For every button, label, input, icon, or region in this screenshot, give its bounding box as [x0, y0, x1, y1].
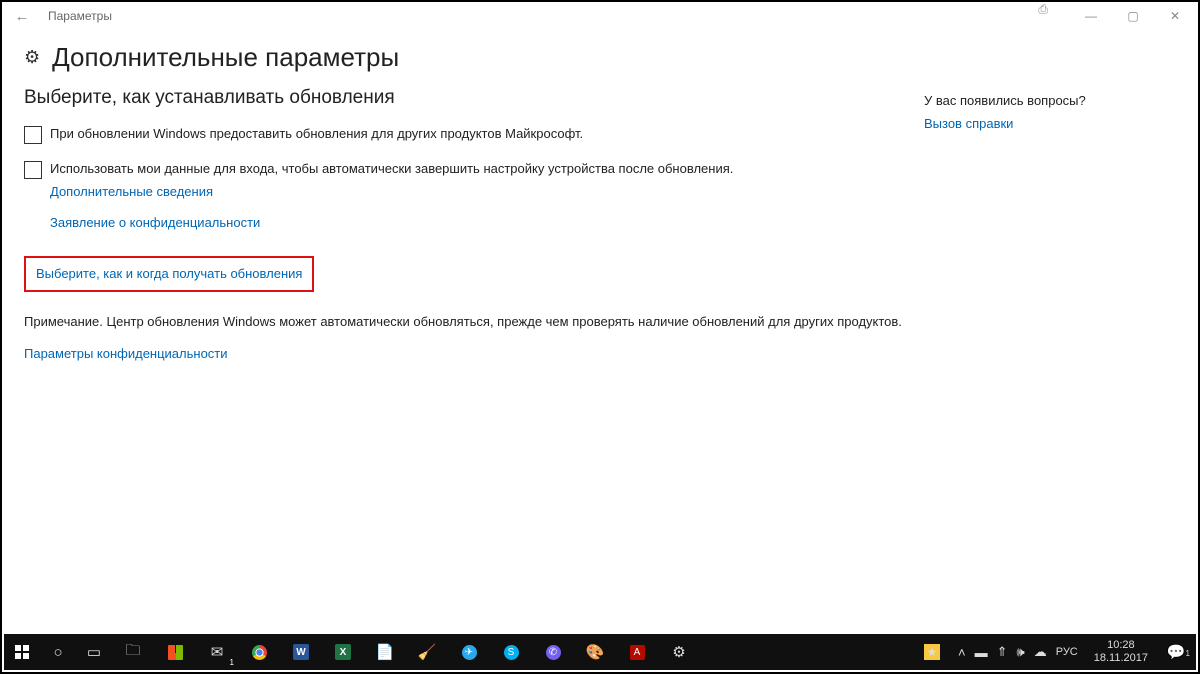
checkbox-other-products[interactable]: [24, 126, 42, 144]
explorer-icon[interactable]: 🗀: [112, 634, 154, 670]
task-view-icon[interactable]: ▭: [76, 634, 112, 670]
clock-time: 10:28: [1094, 639, 1148, 652]
chrome-icon[interactable]: [238, 634, 280, 670]
highlighted-link-box: Выберите, как и когда получать обновлени…: [24, 256, 314, 292]
search-icon[interactable]: ○: [40, 634, 76, 670]
onedrive-icon[interactable]: ☁: [1034, 644, 1047, 660]
acrobat-icon[interactable]: A: [616, 634, 658, 670]
option-label: Использовать мои данные для входа, чтобы…: [50, 160, 733, 178]
system-tray: ˄ ▬ ⇑ 🕪 ☁ РУС: [950, 644, 1086, 660]
option-row-signin-finish: Использовать мои данные для входа, чтобы…: [24, 160, 924, 179]
privacy-statement-link[interactable]: Заявление о конфиденциальности: [50, 215, 924, 230]
skype-icon[interactable]: S: [490, 634, 532, 670]
window-title: Параметры: [48, 9, 112, 23]
page-title: Дополнительные параметры: [52, 42, 399, 73]
clock[interactable]: 10:28 18.11.2017: [1086, 639, 1156, 664]
close-button[interactable]: ✕: [1154, 4, 1196, 28]
excel-icon[interactable]: X: [322, 634, 364, 670]
maximize-button[interactable]: ▢: [1112, 4, 1154, 28]
choose-when-link[interactable]: Выберите, как и когда получать обновлени…: [36, 266, 302, 281]
minimize-button[interactable]: —: [1070, 4, 1112, 28]
more-info-link[interactable]: Дополнительные сведения: [50, 184, 213, 199]
section-heading: Выберите, как устанавливать обновления: [24, 87, 924, 109]
titlebar: ← Параметры: [2, 2, 1198, 30]
language-indicator[interactable]: РУС: [1056, 646, 1078, 658]
tray-chevron-icon[interactable]: ˄: [958, 645, 966, 660]
side-panel: У вас появились вопросы? Вызов справки: [924, 87, 1144, 381]
taskbar: ○ ▭ 🗀 ✉1 W X 📄 🧹 ✈ S ✆ 🎨 A ⚙ ★ ˄ ▬ ⇑ 🕪 ☁…: [4, 634, 1196, 670]
viber-icon[interactable]: ✆: [532, 634, 574, 670]
back-button[interactable]: ←: [8, 8, 36, 25]
side-question: У вас появились вопросы?: [924, 93, 1144, 108]
mail-icon[interactable]: ✉1: [196, 634, 238, 670]
main-panel: Выберите, как устанавливать обновления П…: [24, 87, 924, 381]
note-text: Примечание. Центр обновления Windows мож…: [24, 314, 924, 329]
ccleaner-icon[interactable]: 🧹: [406, 634, 448, 670]
settings-icon[interactable]: ⚙: [658, 634, 700, 670]
notepadpp-icon[interactable]: 📄: [364, 634, 406, 670]
checkbox-signin-finish[interactable]: [24, 161, 42, 179]
privacy-params-link[interactable]: Параметры конфиденциальности: [24, 346, 228, 361]
wifi-icon[interactable]: ⇑: [997, 644, 1008, 660]
help-link[interactable]: Вызов справки: [924, 116, 1144, 131]
battery-icon[interactable]: ▬: [975, 645, 988, 660]
clock-date: 18.11.2017: [1094, 652, 1148, 665]
pin-icon[interactable]: ⎙: [1038, 2, 1048, 17]
start-button[interactable]: [4, 634, 40, 670]
paint-icon[interactable]: 🎨: [574, 634, 616, 670]
volume-icon[interactable]: 🕪: [1017, 644, 1025, 660]
window-controls: — ▢ ✕: [1070, 4, 1196, 28]
store-icon[interactable]: [154, 634, 196, 670]
action-center-icon[interactable]: 💬1: [1156, 643, 1196, 661]
word-icon[interactable]: W: [280, 634, 322, 670]
gear-icon: ⚙: [24, 47, 40, 68]
page-header: ⚙ Дополнительные параметры: [2, 30, 1198, 87]
favorite-icon[interactable]: ★: [914, 634, 950, 670]
option-row-other-products: При обновлении Windows предоставить обно…: [24, 125, 924, 144]
telegram-icon[interactable]: ✈: [448, 634, 490, 670]
option-label: При обновлении Windows предоставить обно…: [50, 125, 583, 143]
